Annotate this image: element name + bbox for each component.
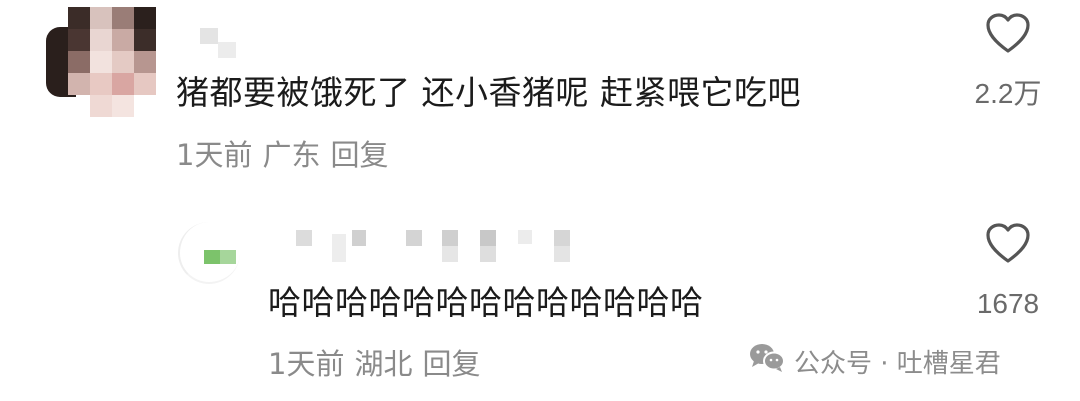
like-button[interactable]: 2.2万: [958, 11, 1058, 111]
watermark: 公众号 · 吐槽星君: [748, 341, 1001, 381]
comment-text: 猪都要被饿死了 还小香猪呢 赶紧喂它吃吧: [176, 73, 801, 112]
comment-meta: 1天前 广东 回复: [176, 137, 398, 173]
watermark-text: 公众号 · 吐槽星君: [794, 348, 1001, 379]
wechat-icon: [748, 342, 786, 381]
avatar[interactable]: [46, 7, 156, 119]
reply-time: 1天前: [268, 347, 345, 381]
heart-icon[interactable]: [958, 221, 1058, 265]
like-count: 1678: [976, 288, 1040, 319]
like-button[interactable]: 1678: [958, 221, 1058, 321]
reply-button[interactable]: 回复: [422, 347, 480, 381]
reply-meta: 1天前 湖北 回复: [268, 346, 490, 382]
comment-location: 广东: [262, 138, 321, 172]
avatar[interactable]: [178, 222, 240, 284]
comment-time: 1天前: [176, 138, 253, 172]
heart-icon[interactable]: [958, 11, 1058, 55]
reply-button[interactable]: 回复: [330, 138, 388, 172]
username-redacted[interactable]: [200, 28, 240, 58]
like-count: 2.2万: [974, 78, 1042, 109]
reply-text: 哈哈哈哈哈哈哈哈哈哈哈哈哈: [268, 283, 704, 322]
username-redacted[interactable]: [296, 230, 586, 270]
reply-location: 湖北: [354, 347, 413, 381]
